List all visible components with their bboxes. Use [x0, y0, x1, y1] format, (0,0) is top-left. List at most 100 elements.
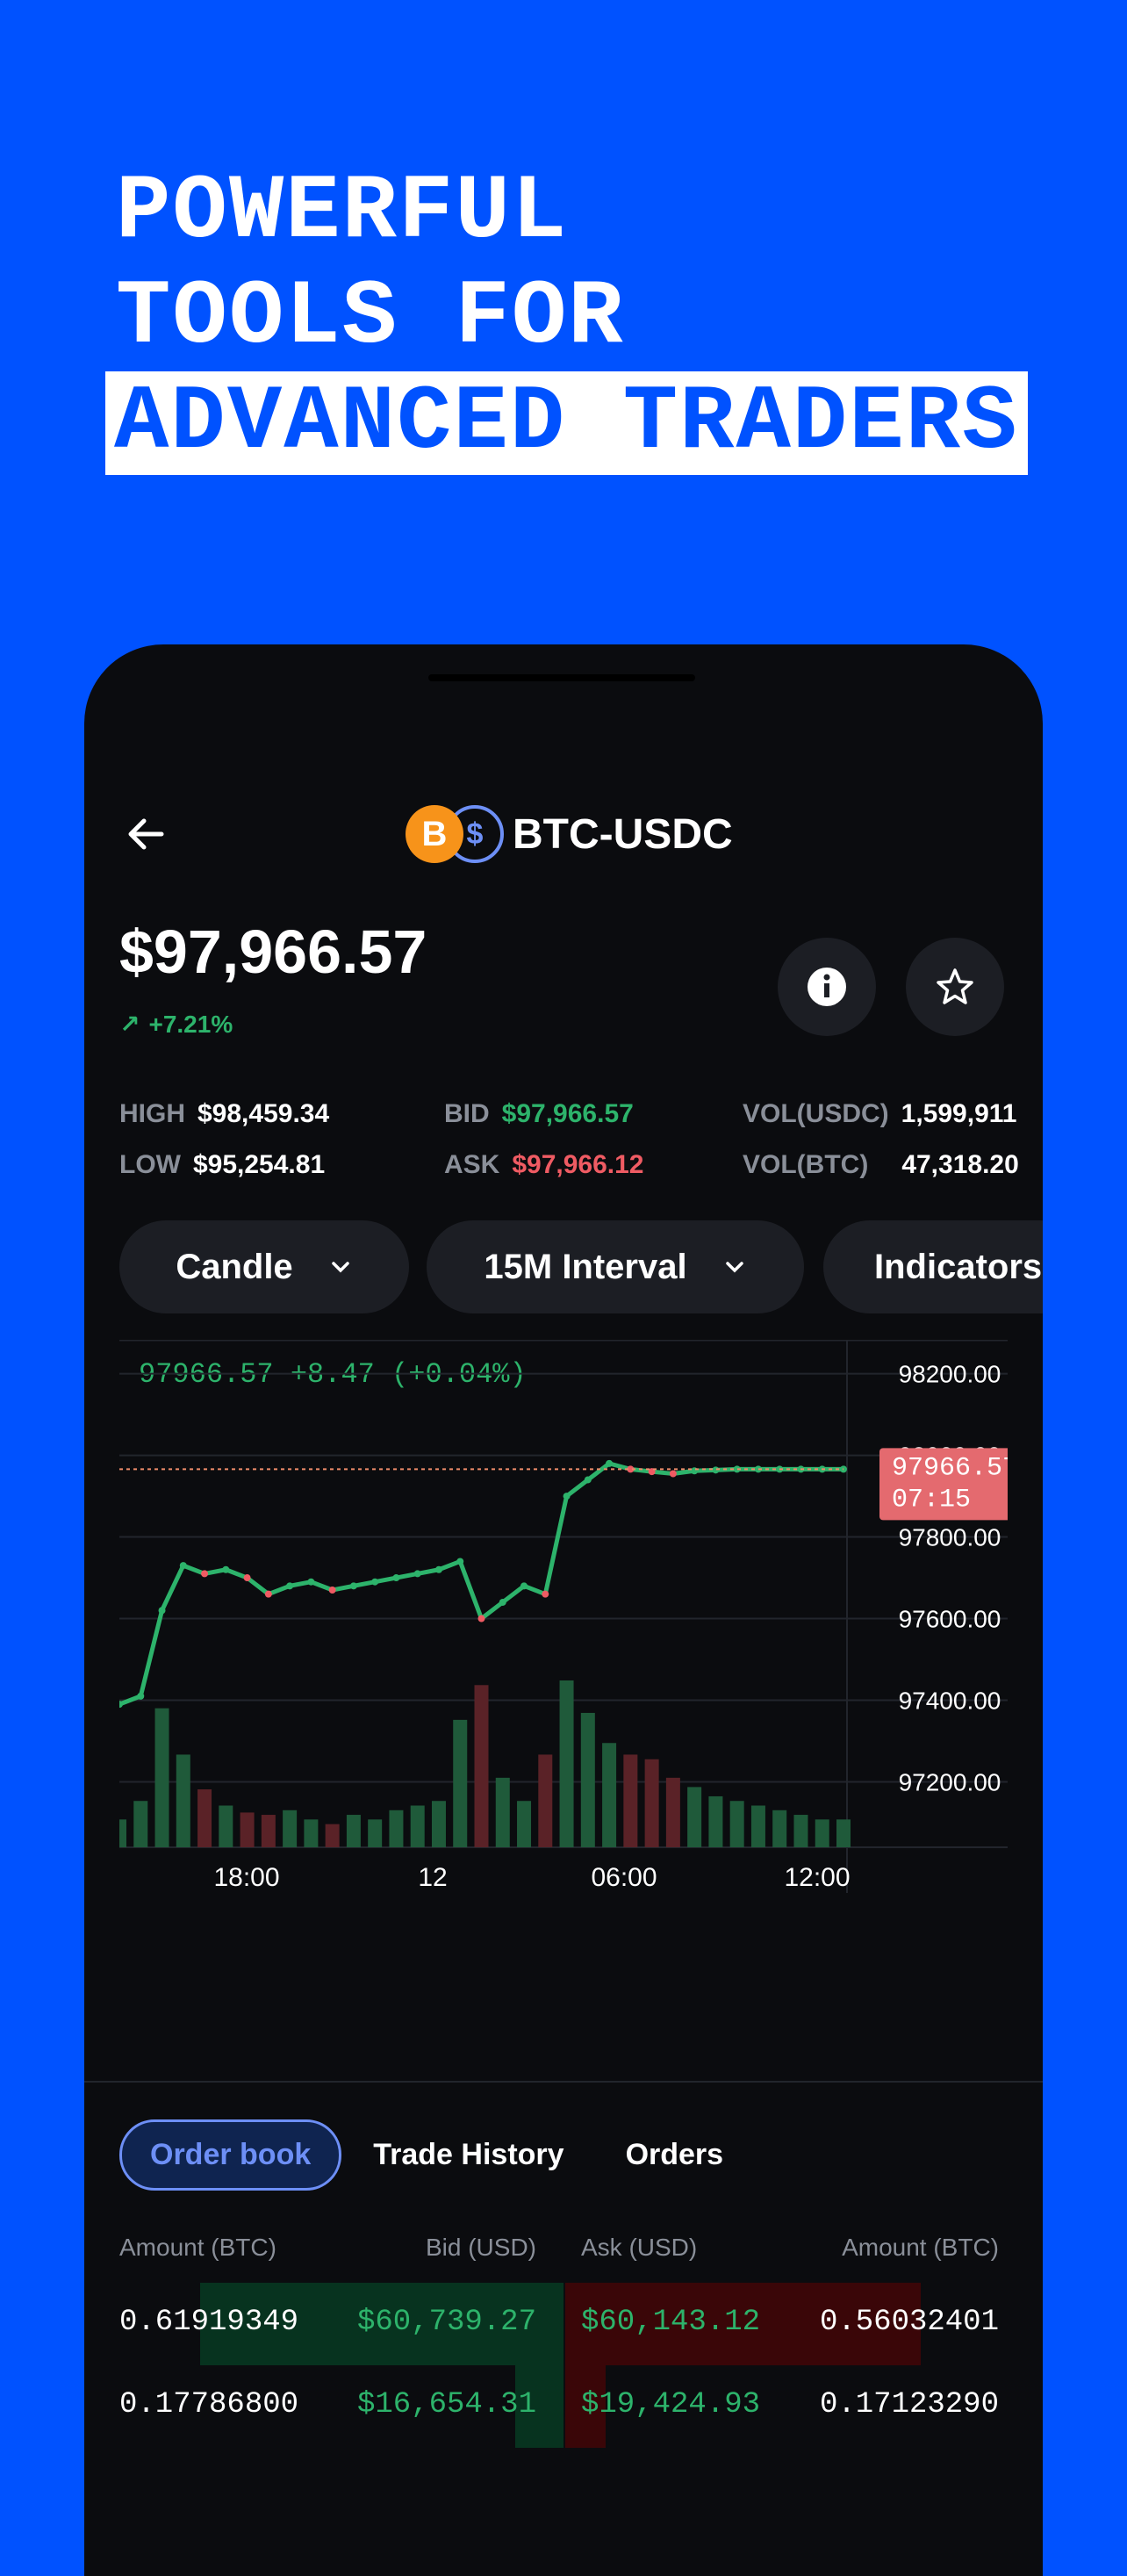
vol-btc-label: VOL(BTC) [743, 1150, 869, 1179]
price-point [434, 1565, 442, 1573]
ob-bid-price[interactable]: $16,654.31 [348, 2388, 536, 2421]
price-series [119, 1459, 847, 1709]
headline-line-3: ADVANCED TRADERS [105, 371, 1028, 475]
vol-btc-value: 47,318.20 [901, 1150, 1019, 1179]
volume-bar [119, 1819, 126, 1847]
price-point [584, 1476, 592, 1484]
price-point [499, 1598, 506, 1606]
volume-bar [283, 1810, 298, 1847]
favorite-button[interactable] [906, 938, 1004, 1036]
ob-header-ask: Ask (USD) [581, 2234, 698, 2261]
ob-header-bid-amount: Amount (BTC) [119, 2234, 276, 2261]
price-point [371, 1578, 379, 1586]
volume-bar [815, 1819, 829, 1847]
ob-ask-amount[interactable]: 0.56032401 [786, 2306, 999, 2339]
low-label: LOW [119, 1150, 181, 1179]
ask-label: ASK [444, 1150, 500, 1179]
ob-ask-price[interactable]: $19,424.93 [581, 2388, 760, 2421]
y-axis-labels: 98200.0098000.0097800.0097600.0097400.00… [899, 1361, 1001, 1796]
price-point [222, 1565, 230, 1573]
price-point [349, 1582, 357, 1590]
last-price-label: 97966.57 [892, 1453, 1008, 1483]
x-tick-label: 12 [418, 1863, 447, 1892]
ob-header-ask-amount: Amount (BTC) [842, 2234, 999, 2261]
volume-bar [708, 1795, 723, 1847]
price-line [119, 1461, 843, 1707]
stats-high-low: HIGH $98,459.34 LOW $95,254.81 [119, 1089, 329, 1191]
phone-frame: B $ BTC-USDC $97,966.57 ↗ +7.21% HIGH $98… [84, 644, 1043, 2576]
price-point [606, 1459, 614, 1467]
volume-bar [453, 1719, 468, 1847]
interval-dropdown[interactable]: 15M Interval [427, 1220, 804, 1313]
ob-header-bid: Bid (USD) [425, 2234, 536, 2261]
vol-usdc-label: VOL(USDC) [743, 1099, 889, 1128]
price-point [243, 1574, 251, 1582]
candle-countdown: 07:15 [892, 1485, 971, 1515]
info-icon [808, 968, 846, 1006]
price-point [201, 1570, 209, 1578]
volume-bar [559, 1680, 574, 1847]
volume-bar [623, 1754, 638, 1847]
price-chart[interactable]: 97966.57 +8.47 (+0.04%) 98200.0098000.00… [119, 1340, 1008, 1893]
volume-bar [644, 1759, 659, 1847]
price-point [286, 1582, 294, 1590]
indicators-button[interactable]: Indicators [823, 1220, 1043, 1313]
volume-bar [368, 1819, 383, 1847]
volume-bar [495, 1777, 510, 1847]
volume-bar [261, 1815, 276, 1847]
chart-type-label: Candle [176, 1247, 293, 1286]
bid-value: $97,966.57 [501, 1099, 634, 1128]
ask-value: $97,966.12 [512, 1150, 644, 1179]
price-point [328, 1587, 336, 1594]
chevron-down-icon [331, 1262, 349, 1273]
x-tick-label: 06:00 [591, 1863, 657, 1892]
last-price-marker: 97966.57 07:15 [879, 1448, 1008, 1521]
volume-bar [750, 1805, 765, 1847]
headline: POWERFUL TOOLS FOR ADVANCED TRADERS [105, 160, 1028, 476]
chart-type-dropdown[interactable]: Candle [119, 1220, 409, 1313]
phone-notch [428, 674, 695, 681]
volume-bar [772, 1810, 787, 1847]
volume-bar [346, 1815, 361, 1847]
headline-line-1: POWERFUL [116, 161, 569, 264]
x-tick-label: 12:00 [784, 1863, 850, 1892]
ob-ask-amount[interactable]: 0.17123290 [786, 2388, 999, 2421]
price-point [456, 1558, 464, 1565]
y-tick-label: 97600.00 [899, 1606, 1001, 1633]
back-button[interactable] [119, 808, 172, 860]
ob-bid-price[interactable]: $60,739.27 [348, 2306, 536, 2339]
btc-coin-icon: B [406, 805, 463, 863]
volume-bar [219, 1805, 233, 1847]
x-tick-label: 18:00 [213, 1863, 279, 1892]
price-point [413, 1570, 421, 1578]
ob-bid-amount[interactable]: 0.17786800 [119, 2388, 298, 2421]
vol-usdc-value: 1,599,911 [901, 1099, 1017, 1128]
high-label: HIGH [119, 1099, 185, 1128]
price-point [307, 1578, 315, 1586]
y-tick-label: 98200.00 [899, 1361, 1001, 1388]
trend-up-icon: ↗ [119, 1011, 140, 1038]
price-point [158, 1607, 166, 1615]
ob-bid-amount[interactable]: 0.61919349 [119, 2306, 298, 2339]
volume-bar [729, 1801, 744, 1847]
chart-divider [84, 2081, 1043, 2083]
info-button[interactable] [778, 938, 876, 1036]
y-tick-label: 97400.00 [899, 1687, 1001, 1715]
volume-bar [133, 1801, 148, 1847]
tab-order-book[interactable]: Order book [119, 2119, 342, 2191]
interval-label: 15M Interval [484, 1247, 687, 1286]
volume-bar [665, 1777, 680, 1847]
tab-trade-history[interactable]: Trade History [373, 2138, 564, 2172]
volume-bar [304, 1819, 319, 1847]
price-point [137, 1692, 145, 1700]
chevron-down-icon [725, 1262, 743, 1273]
volume-bar [580, 1712, 595, 1847]
volume-bar [176, 1754, 190, 1847]
bid-label: BID [444, 1099, 490, 1128]
ob-ask-price[interactable]: $60,143.12 [581, 2306, 760, 2339]
tab-orders[interactable]: Orders [626, 2138, 724, 2172]
star-icon [937, 968, 973, 1004]
price-change-percent: +7.21% [148, 1010, 233, 1038]
indicators-label: Indicators [874, 1247, 1043, 1286]
stats-bid-ask: BID $97,966.57 ASK $97,966.12 [444, 1089, 644, 1191]
